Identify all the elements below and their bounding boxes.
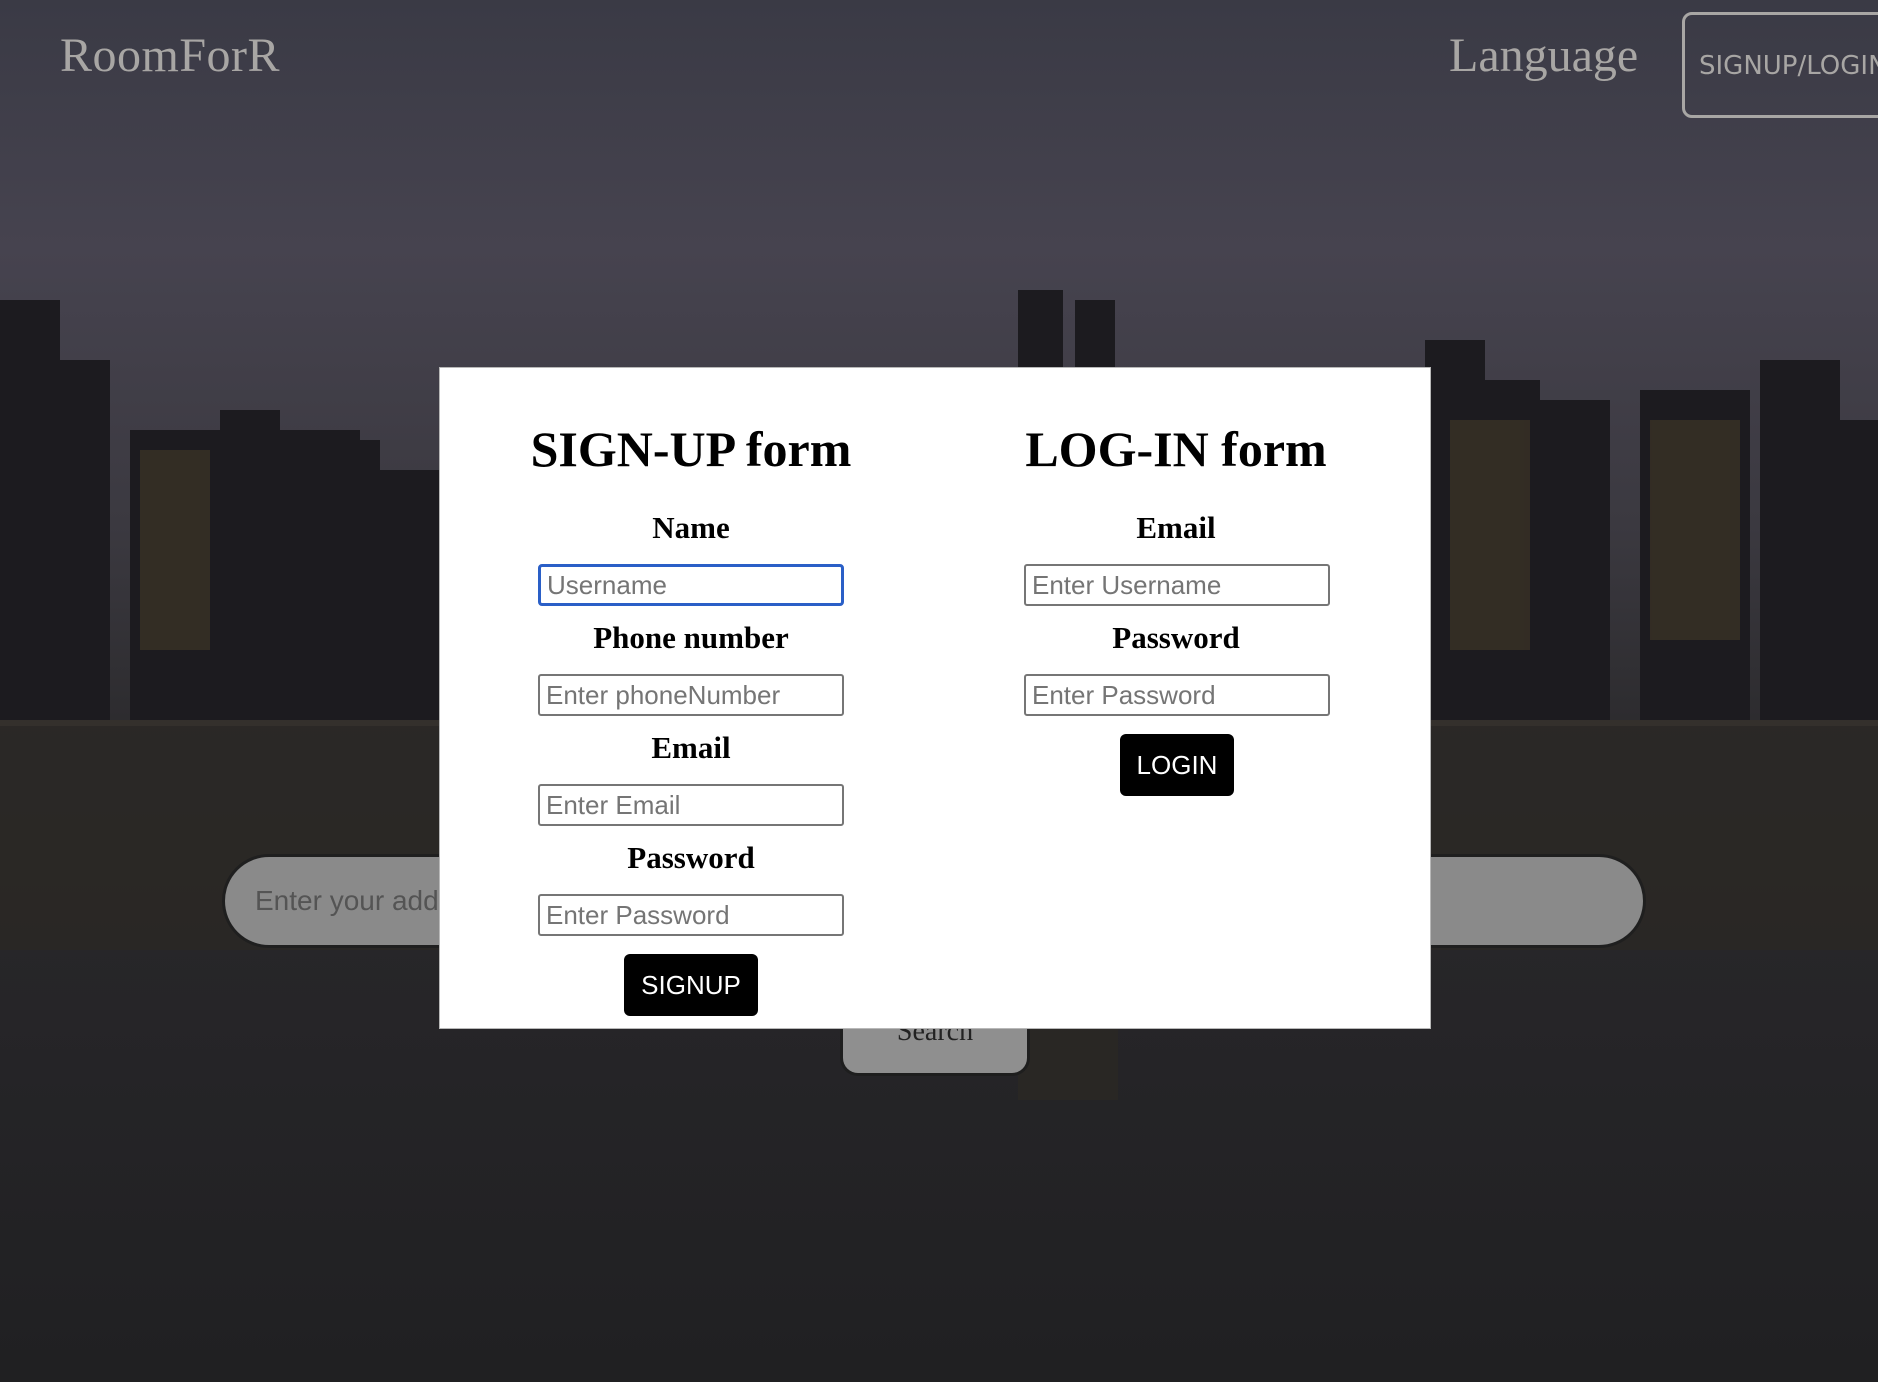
signup-password-label: Password xyxy=(627,840,755,875)
signup-name-label: Name xyxy=(652,510,730,545)
login-submit-button[interactable]: LOGIN xyxy=(1120,734,1234,796)
signup-password-field[interactable] xyxy=(538,894,844,936)
login-password-label: Password xyxy=(1112,620,1240,655)
signup-username-field[interactable] xyxy=(538,564,844,606)
signup-email-field[interactable] xyxy=(538,784,844,826)
signup-email-label: Email xyxy=(651,730,731,765)
signup-form-title: SIGN-UP form xyxy=(530,421,852,477)
signup-submit-button[interactable]: SIGNUP xyxy=(624,954,758,1016)
login-form-title: LOG-IN form xyxy=(1025,421,1327,477)
language-menu[interactable]: Language xyxy=(1449,28,1638,83)
signup-phone-field[interactable] xyxy=(538,674,844,716)
login-password-field[interactable] xyxy=(1024,674,1330,716)
login-email-field[interactable] xyxy=(1024,564,1330,606)
login-email-label: Email xyxy=(1136,510,1216,545)
site-logo[interactable]: RoomForR xyxy=(60,28,280,83)
signup-phone-label: Phone number xyxy=(593,620,789,655)
signup-login-button[interactable]: SIGNUP/LOGIN xyxy=(1682,12,1878,118)
